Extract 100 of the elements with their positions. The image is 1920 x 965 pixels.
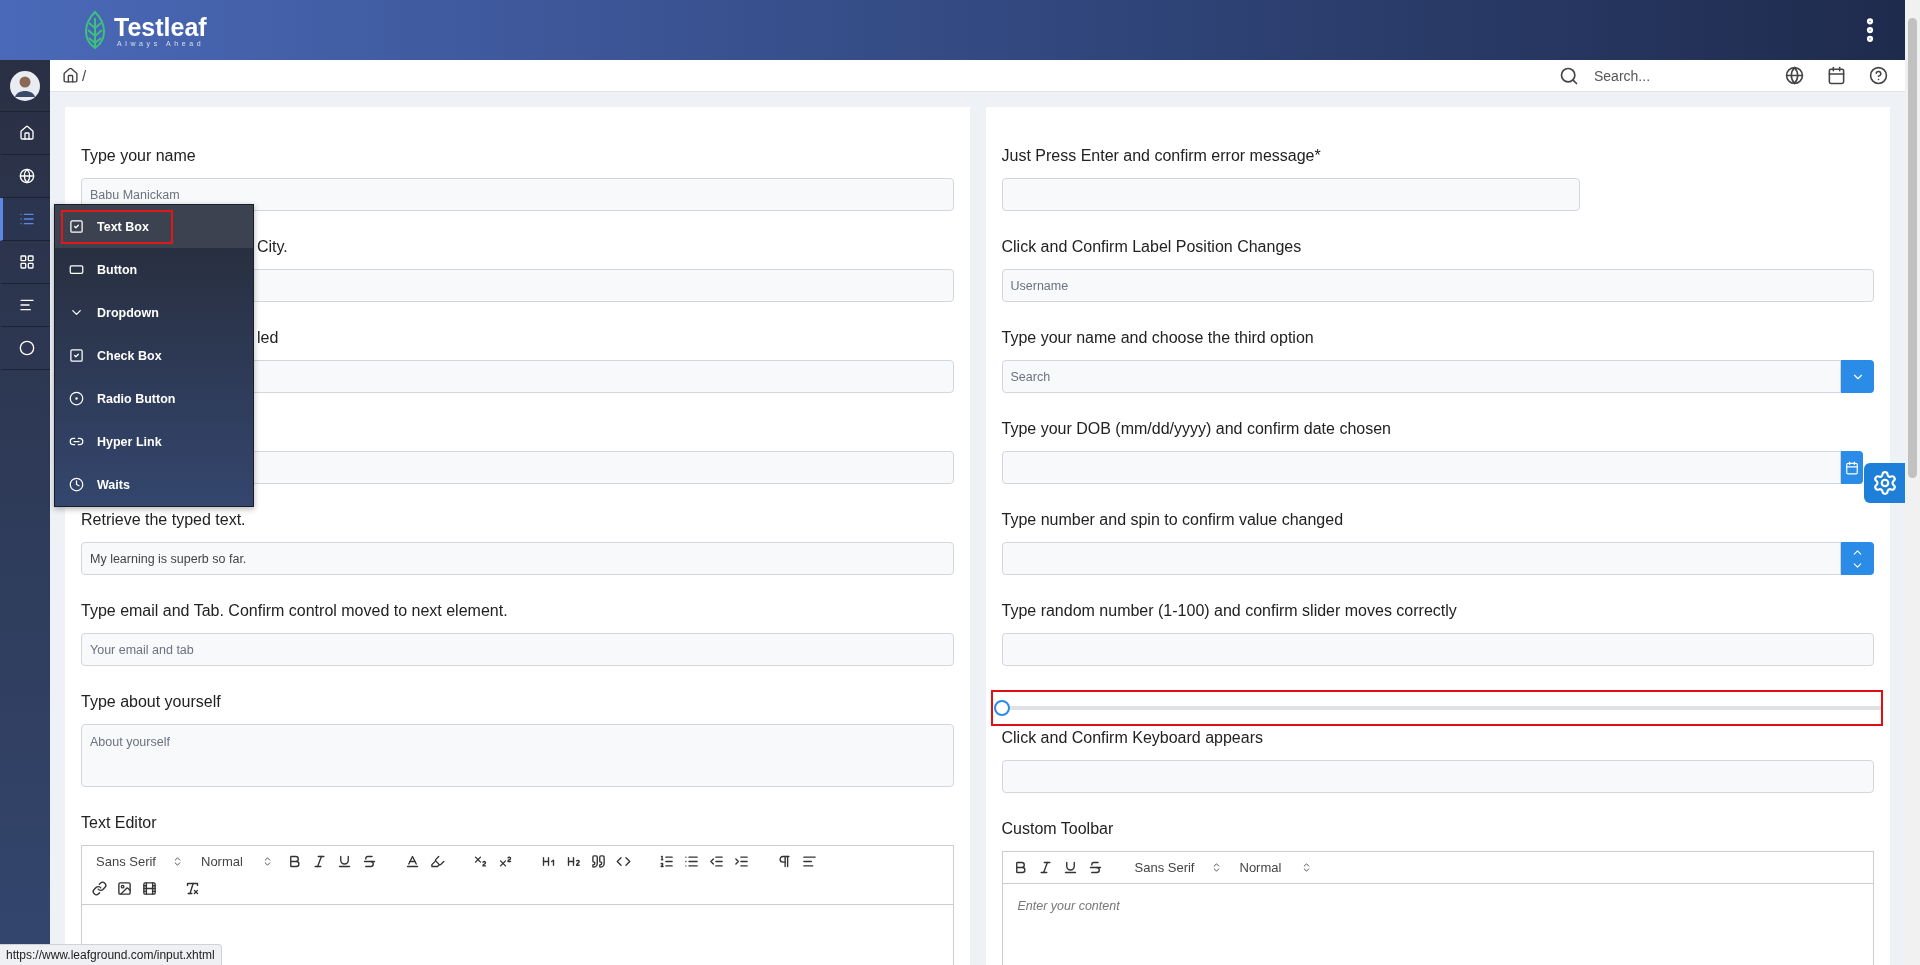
menu-item-label: Check Box (97, 348, 162, 363)
code-icon[interactable] (616, 854, 631, 869)
heading-two-icon[interactable] (566, 854, 581, 869)
indent-icon[interactable] (734, 854, 749, 869)
heading-one-icon[interactable] (541, 854, 556, 869)
editor-placeholder: Enter your content (1017, 899, 1120, 913)
text-field[interactable] (1001, 633, 1874, 666)
settings-button[interactable] (1864, 463, 1905, 503)
superscript-icon[interactable] (498, 854, 513, 869)
search-field[interactable]: Search... (1592, 66, 1742, 85)
avatar (10, 70, 40, 101)
breadcrumb-separator: / (82, 67, 87, 84)
field-label: Type about yourself (81, 692, 222, 712)
radio-icon (69, 391, 84, 406)
menu-item[interactable]: Text Box (55, 205, 253, 248)
clock-icon (69, 477, 84, 492)
globe-icon[interactable] (1785, 66, 1804, 85)
image-icon[interactable] (117, 881, 132, 896)
field-label: led (256, 328, 280, 348)
up-down-caret-icon (172, 856, 183, 867)
number-field[interactable] (1001, 542, 1841, 575)
field-label: Type number and spin to confirm value changed (1001, 510, 1345, 530)
link-icon[interactable] (92, 881, 107, 896)
date-field[interactable] (1001, 451, 1841, 484)
menu-item[interactable]: Dropdown (55, 291, 253, 334)
field-label: Just Press Enter and confirm error message* (1001, 146, 1322, 166)
menu-item[interactable]: Button (55, 248, 253, 291)
strikethrough-icon[interactable] (362, 854, 377, 869)
size-select[interactable]: Normal (1235, 860, 1316, 875)
field-label: Text Editor (81, 813, 158, 833)
menu-item[interactable]: Check Box (55, 334, 253, 377)
outdent-icon[interactable] (709, 854, 724, 869)
field-label: Click and Confirm Keyboard appears (1001, 728, 1264, 748)
checkbox-icon (69, 348, 84, 363)
calendar-icon (1845, 460, 1859, 475)
ordered-list-icon[interactable] (659, 854, 674, 869)
field-label: Type email and Tab. Confirm control moved to next element. (81, 601, 509, 621)
menu-item[interactable]: Hyper Link (55, 420, 253, 463)
search-icon[interactable] (1559, 65, 1579, 86)
grid-icon (18, 254, 35, 270)
rich-text-editor[interactable]: Sans Serif Normal Enter your content (1001, 851, 1874, 965)
checkbox-icon (69, 219, 84, 234)
brand-name: Testleaf (114, 13, 207, 40)
bullet-list-icon[interactable] (684, 854, 699, 869)
subscript-icon[interactable] (473, 854, 488, 869)
strikethrough-icon[interactable] (1087, 860, 1103, 875)
text-color-icon[interactable] (405, 854, 420, 869)
underline-icon[interactable] (1062, 860, 1078, 875)
menu-item[interactable]: Radio Button (55, 377, 253, 420)
italic-icon[interactable] (1037, 860, 1053, 875)
italic-icon[interactable] (312, 854, 327, 869)
text-area[interactable]: About yourself (81, 724, 954, 787)
combo-field[interactable]: Search (1001, 360, 1841, 393)
font-select[interactable]: Sans Serif (1130, 860, 1226, 875)
align-left-icon[interactable] (802, 854, 817, 869)
quote-icon[interactable] (591, 854, 606, 869)
font-select[interactable]: Sans Serif (92, 854, 187, 869)
calendar-button[interactable] (1841, 451, 1863, 484)
menu-item-label: Text Box (97, 219, 149, 234)
field-label: Retrieve the typed text. (81, 510, 247, 530)
button-icon (69, 262, 84, 277)
up-down-caret-icon (262, 856, 273, 867)
circle-icon (18, 340, 35, 356)
text-field[interactable]: Username (1001, 269, 1874, 302)
calendar-icon[interactable] (1827, 66, 1846, 85)
text-field[interactable] (1001, 178, 1580, 211)
pilcrow-icon[interactable] (777, 854, 792, 869)
text-field[interactable]: Your email and tab (81, 633, 954, 666)
size-select[interactable]: Normal (197, 854, 277, 869)
clear-format-icon[interactable] (185, 881, 200, 896)
field-label: Type your DOB (mm/dd/yyyy) and confirm date chosen (1001, 419, 1392, 439)
field-label: Custom Toolbar (1001, 819, 1115, 839)
field-label: Type random number (1-100) and confirm slider moves correctly (1001, 601, 1458, 621)
menu-item-label: Waits (97, 477, 130, 492)
list-icon (18, 211, 35, 227)
field-label: Type your name (81, 146, 197, 166)
text-field[interactable]: Babu Manickam (81, 178, 954, 211)
video-icon[interactable] (142, 881, 157, 896)
field-label: City. (256, 237, 289, 257)
slider-thumb[interactable] (993, 700, 1010, 716)
menu-item-label: Dropdown (97, 305, 159, 320)
scrollbar[interactable] (1905, 0, 1920, 965)
menu-item-label: Radio Button (97, 391, 176, 406)
highlight-icon[interactable] (430, 854, 445, 869)
home-icon[interactable] (62, 67, 79, 84)
field-label: Type your name and choose the third option (1001, 328, 1315, 348)
text-field[interactable] (1001, 760, 1874, 793)
underline-icon[interactable] (337, 854, 352, 869)
menu-item-label: Hyper Link (97, 434, 162, 449)
menu-item[interactable]: Waits (55, 463, 253, 506)
text-field[interactable]: My learning is superb so far. (81, 542, 954, 575)
settings-icon (1871, 470, 1898, 496)
status-url: https://www.leafground.com/input.xhtml (0, 944, 222, 965)
globe-icon (18, 168, 35, 184)
field-label: Click and Confirm Label Position Changes (1001, 237, 1303, 257)
text-lines-icon (18, 297, 35, 313)
help-icon[interactable] (1869, 66, 1888, 85)
bold-icon[interactable] (287, 854, 302, 869)
home-icon (18, 125, 35, 141)
menu-item-label: Button (97, 262, 138, 277)
